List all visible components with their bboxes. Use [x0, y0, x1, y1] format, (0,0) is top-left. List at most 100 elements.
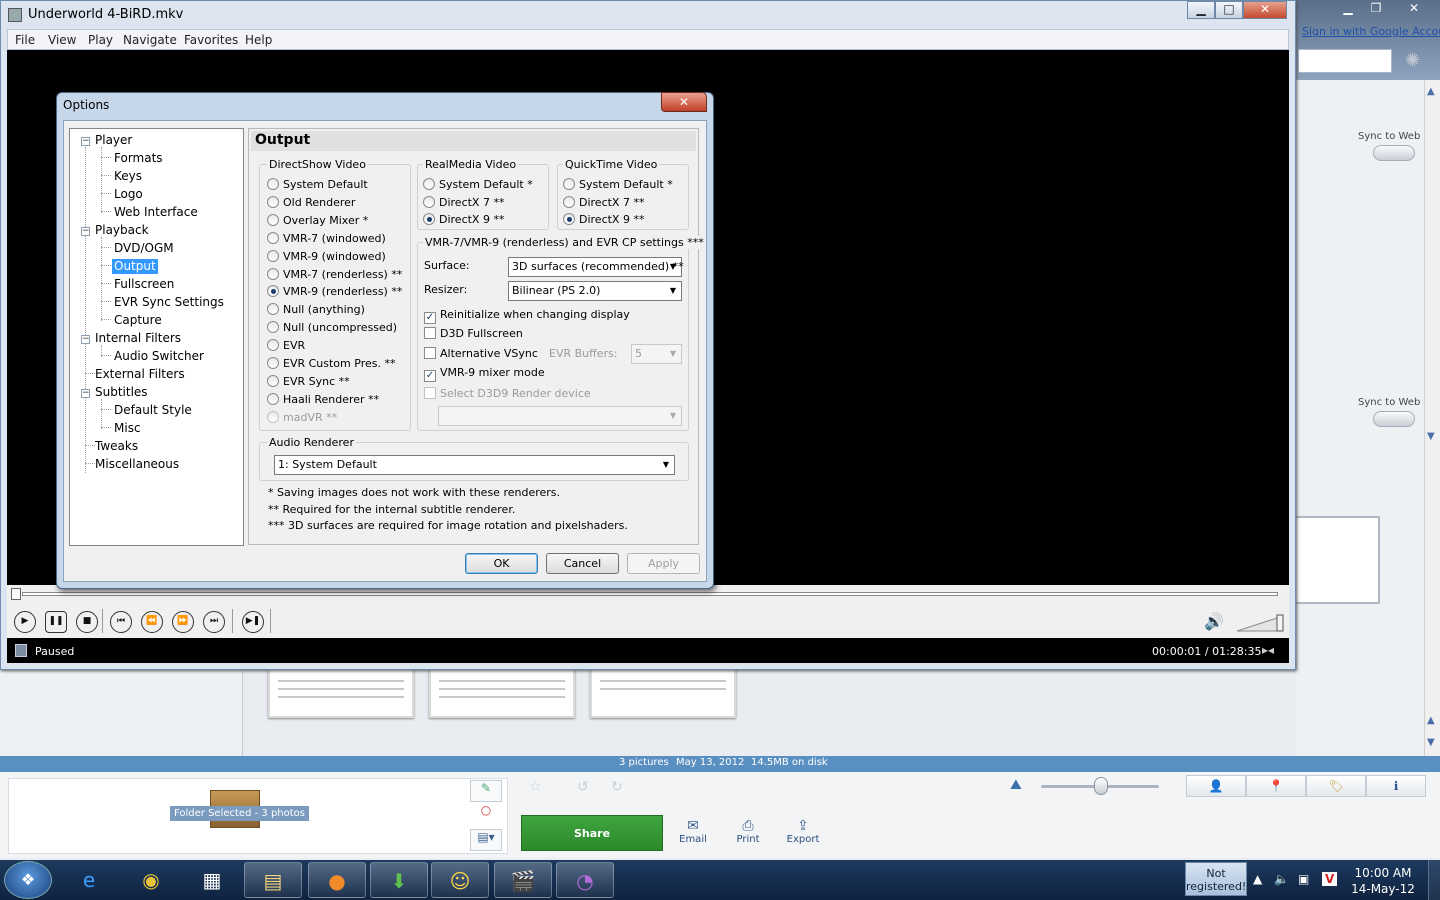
- pause-icon[interactable]: ❚❚: [45, 611, 67, 633]
- stop-icon[interactable]: ■: [76, 611, 98, 633]
- share-button[interactable]: Share: [521, 815, 663, 851]
- tree-capture[interactable]: Capture: [114, 313, 162, 328]
- d3d9-device-checkbox[interactable]: Select D3D9 Render device: [424, 387, 591, 401]
- clear-icon[interactable]: ○: [470, 803, 502, 825]
- menu-file[interactable]: File: [15, 33, 35, 47]
- fast-forward-icon[interactable]: ⏩: [172, 611, 194, 633]
- seek-track[interactable]: [22, 592, 1278, 596]
- quicktime-option[interactable]: DirectX 9 **: [563, 213, 644, 227]
- tree-logo[interactable]: Logo: [114, 187, 143, 202]
- picasa-search-input[interactable]: [1298, 49, 1392, 73]
- directshow-option[interactable]: VMR-7 (windowed): [267, 231, 386, 246]
- evr-buffers-select[interactable]: 5 ▼: [631, 344, 682, 364]
- volume-icon[interactable]: 🔊: [1204, 612, 1224, 631]
- d3d-fullscreen-checkbox[interactable]: D3D Fullscreen: [424, 327, 523, 341]
- rewind-icon[interactable]: ⏪: [141, 611, 163, 633]
- tree-misc[interactable]: Misc: [114, 421, 141, 436]
- directshow-option[interactable]: Old Renderer: [267, 195, 355, 210]
- tree-fullscreen[interactable]: Fullscreen: [114, 277, 174, 292]
- minimize-button[interactable]: ▁: [1187, 1, 1215, 19]
- info-button[interactable]: ℹ: [1366, 775, 1426, 797]
- show-desktop-button[interactable]: [1428, 860, 1440, 900]
- tree-miscellaneous[interactable]: Miscellaneous: [95, 457, 179, 472]
- rotate-right-icon[interactable]: ↻: [611, 779, 623, 795]
- ok-button[interactable]: OK: [465, 553, 538, 574]
- email-button[interactable]: ✉ Email: [673, 818, 713, 845]
- alternative-vsync-checkbox[interactable]: Alternative VSync: [424, 347, 538, 361]
- directshow-option[interactable]: System Default: [267, 178, 368, 192]
- audio-renderer-select[interactable]: 1: System Default ▼: [274, 455, 675, 475]
- collapse-icon[interactable]: −: [81, 137, 90, 146]
- quicktime-option[interactable]: DirectX 7 **: [563, 195, 644, 210]
- internet-explorer-icon[interactable]: e: [60, 862, 118, 898]
- not-registered-badge[interactable]: Not registered!: [1185, 862, 1247, 896]
- picasa-icon[interactable]: ◔: [556, 862, 614, 898]
- clock[interactable]: 10:00 AM 14-May-12: [1348, 865, 1418, 897]
- tree-web-interface[interactable]: Web Interface: [114, 205, 198, 220]
- photo-thumbnail-large[interactable]: [1294, 516, 1380, 604]
- quicktime-option[interactable]: System Default *: [563, 178, 673, 192]
- menu-view[interactable]: View: [48, 33, 76, 47]
- resizer-select[interactable]: Bilinear (PS 2.0) ▼: [508, 281, 682, 301]
- realmedia-option[interactable]: DirectX 9 **: [423, 213, 504, 227]
- collapse-icon[interactable]: −: [81, 227, 90, 236]
- show-hidden-icons[interactable]: ▲: [1253, 872, 1262, 886]
- directshow-option[interactable]: madVR **: [267, 410, 337, 425]
- surface-select[interactable]: 3D surfaces (recommended) ** ▼: [508, 257, 684, 277]
- tree-default-style[interactable]: Default Style: [114, 403, 192, 418]
- play-icon[interactable]: ▶: [14, 611, 36, 633]
- tree-output[interactable]: Output: [112, 259, 158, 274]
- tags-button[interactable]: 🏷: [1306, 775, 1366, 797]
- picasa-scrollbar[interactable]: [1424, 80, 1440, 756]
- directshow-option[interactable]: Null (uncompressed): [267, 321, 397, 335]
- directshow-option[interactable]: Null (anything): [267, 303, 365, 317]
- seek-handle[interactable]: [11, 588, 21, 600]
- places-button[interactable]: 📍: [1246, 775, 1306, 797]
- speaker-icon[interactable]: 🔈: [1274, 872, 1289, 886]
- pin-icon[interactable]: ✎: [470, 780, 502, 802]
- directshow-option[interactable]: Overlay Mixer *: [267, 213, 368, 228]
- photo-thumbnail[interactable]: [590, 668, 736, 718]
- album-dropdown-icon[interactable]: ▤▾: [470, 829, 502, 851]
- menu-help[interactable]: Help: [245, 33, 272, 47]
- menu-play[interactable]: Play: [88, 33, 113, 47]
- collapse-icon[interactable]: −: [81, 389, 90, 398]
- tree-formats[interactable]: Formats: [114, 151, 163, 166]
- realmedia-option[interactable]: System Default *: [423, 178, 533, 192]
- tree-evr-sync-settings[interactable]: EVR Sync Settings: [114, 295, 224, 310]
- dialog-close-button[interactable]: ✕: [661, 92, 707, 112]
- messenger-icon[interactable]: ☺: [431, 862, 489, 898]
- people-button[interactable]: 👤: [1186, 775, 1246, 797]
- download-manager-icon[interactable]: ⬇: [370, 862, 428, 898]
- network-icon[interactable]: ▣: [1298, 872, 1309, 886]
- directshow-option[interactable]: EVR: [267, 339, 305, 353]
- chrome-icon[interactable]: ◉: [122, 862, 180, 898]
- media-player-classic-icon[interactable]: 🎬: [494, 862, 552, 898]
- zoom-slider-handle[interactable]: [1094, 777, 1108, 795]
- d3d9-device-select[interactable]: ▼: [438, 406, 682, 426]
- previous-icon[interactable]: ⏮: [110, 611, 132, 633]
- next-icon[interactable]: ⏭: [203, 611, 225, 633]
- sync-to-web-toggle[interactable]: [1373, 145, 1415, 161]
- directshow-option[interactable]: VMR-9 (windowed): [267, 249, 386, 264]
- rotate-left-icon[interactable]: ↺: [577, 779, 589, 795]
- apply-button[interactable]: Apply: [627, 553, 700, 574]
- print-button[interactable]: ⎙ Print: [728, 818, 768, 845]
- picasa-restore-button[interactable]: ❐: [1362, 1, 1390, 19]
- volume-slider[interactable]: [1237, 614, 1285, 632]
- vmr9-mixer-checkbox[interactable]: ✓ VMR-9 mixer mode: [424, 366, 545, 382]
- tree-player[interactable]: Player: [95, 133, 132, 148]
- directshow-option[interactable]: EVR Custom Pres. **: [267, 357, 395, 371]
- close-button[interactable]: ✕: [1243, 1, 1287, 19]
- tree-internal-filters[interactable]: Internal Filters: [95, 331, 181, 346]
- tree-tweaks[interactable]: Tweaks: [95, 439, 138, 454]
- firefox-icon[interactable]: ●: [308, 862, 366, 898]
- directshow-option[interactable]: VMR-7 (renderless) **: [267, 267, 402, 282]
- export-button[interactable]: ⇪ Export: [783, 818, 823, 845]
- reinitialize-checkbox[interactable]: ✓ Reinitialize when changing display: [424, 308, 630, 324]
- tree-external-filters[interactable]: External Filters: [95, 367, 185, 382]
- menu-navigate[interactable]: Navigate: [123, 33, 177, 47]
- picasa-close-button[interactable]: ✕: [1392, 1, 1436, 19]
- photo-thumbnail[interactable]: [268, 668, 414, 718]
- frame-step-icon[interactable]: ▶❚: [242, 611, 264, 633]
